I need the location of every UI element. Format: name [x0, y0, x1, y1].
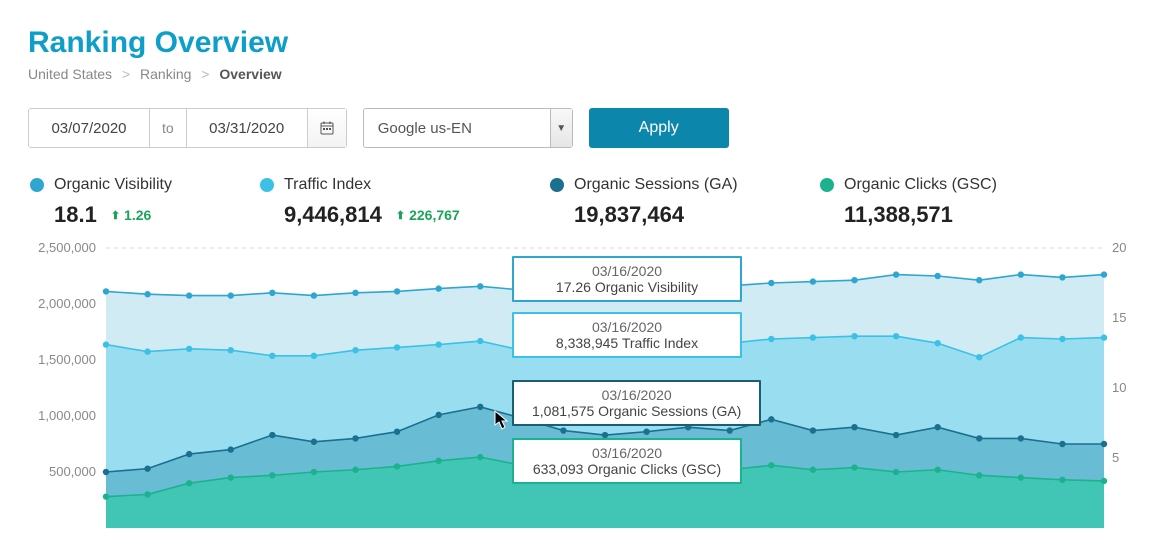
breadcrumb-sep: >	[195, 66, 215, 82]
metric-traffic-index: Traffic Index 9,446,814 ⬆ 226,767	[260, 176, 510, 228]
svg-text:15: 15	[1112, 310, 1126, 325]
chart-tooltip-organic-sessions: 03/16/2020 1,081,575 Organic Sessions (G…	[512, 380, 761, 426]
calendar-icon[interactable]	[307, 109, 346, 147]
svg-text:10: 10	[1112, 380, 1126, 395]
date-from-input[interactable]	[29, 120, 149, 137]
metric-label: Organic Visibility	[54, 176, 172, 194]
cursor-pointer-icon	[494, 410, 510, 430]
breadcrumb-sep: >	[116, 66, 136, 82]
metric-delta: ⬆ 226,767	[396, 207, 460, 223]
metric-delta: ⬆ 1.26	[111, 207, 151, 223]
breadcrumb-l1[interactable]: United States	[28, 66, 112, 82]
metric-value: 11,388,571	[844, 202, 953, 228]
legend-dot-icon	[30, 178, 44, 192]
breadcrumb-l2[interactable]: Ranking	[140, 66, 191, 82]
svg-text:2,500,000: 2,500,000	[38, 240, 96, 255]
metric-value: 18.1	[54, 202, 97, 228]
date-to-input[interactable]	[187, 120, 307, 137]
legend-dot-icon	[550, 178, 564, 192]
legend-dot-icon	[820, 178, 834, 192]
date-range-picker[interactable]: to	[28, 108, 347, 148]
apply-button[interactable]: Apply	[589, 108, 729, 148]
metric-organic-visibility: Organic Visibility 18.1 ⬆ 1.26	[30, 176, 220, 228]
search-engine-selected: Google us-EN	[364, 120, 550, 137]
up-arrow-icon: ⬆	[396, 209, 405, 222]
chart-tooltip-organic-clicks: 03/16/2020 633,093 Organic Clicks (GSC)	[512, 438, 742, 484]
page-title: Ranking Overview	[28, 26, 1140, 60]
metric-organic-clicks: Organic Clicks (GSC) 11,388,571	[820, 176, 997, 228]
metric-value: 19,837,464	[574, 202, 684, 228]
legend-dot-icon	[260, 178, 274, 192]
chevron-down-icon: ▼	[550, 109, 572, 147]
metric-label: Organic Clicks (GSC)	[844, 176, 997, 194]
summary-metrics: Organic Visibility 18.1 ⬆ 1.26 Traffic I…	[28, 176, 1140, 228]
metric-organic-sessions: Organic Sessions (GA) 19,837,464	[550, 176, 780, 228]
metric-label: Organic Sessions (GA)	[574, 176, 738, 194]
metric-label: Traffic Index	[284, 176, 371, 194]
svg-text:1,500,000: 1,500,000	[38, 352, 96, 367]
breadcrumb-l3: Overview	[219, 66, 281, 82]
ranking-chart[interactable]: 500,000 1,000,000 1,500,000 2,000,000 2,500,…	[28, 238, 1140, 528]
up-arrow-icon: ⬆	[111, 209, 120, 222]
svg-text:20: 20	[1112, 240, 1126, 255]
svg-text:500,000: 500,000	[49, 464, 96, 479]
controls-row: to Google us-EN ▼ Apply	[28, 108, 1140, 148]
search-engine-select[interactable]: Google us-EN ▼	[363, 108, 573, 148]
svg-text:5: 5	[1112, 450, 1119, 465]
svg-text:1,000,000: 1,000,000	[38, 408, 96, 423]
svg-text:2,000,000: 2,000,000	[38, 296, 96, 311]
metric-value: 9,446,814	[284, 202, 382, 228]
chart-tooltip-traffic-index: 03/16/2020 8,338,945 Traffic Index	[512, 312, 742, 358]
chart-tooltip-organic-visibility: 03/16/2020 17.26 Organic Visibility	[512, 256, 742, 302]
breadcrumb: United States > Ranking > Overview	[28, 66, 1140, 82]
date-to-label: to	[149, 109, 187, 147]
